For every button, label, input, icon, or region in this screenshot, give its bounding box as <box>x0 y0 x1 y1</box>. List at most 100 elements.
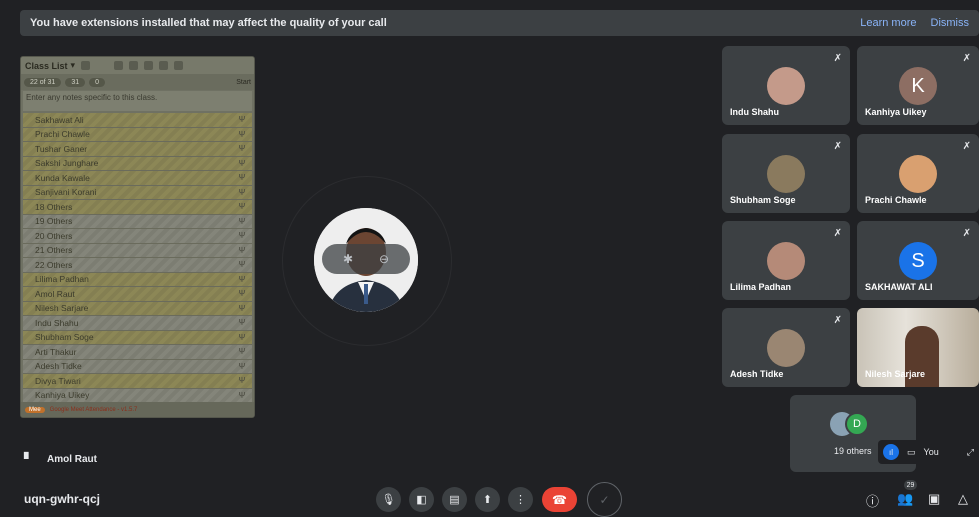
participant-count-badge: 29 <box>904 480 917 490</box>
student-status-icon: Ψ <box>238 303 246 313</box>
student-status-icon: Ψ <box>238 318 246 328</box>
participant-name: Kanhiya Uikey <box>865 107 927 117</box>
student-row[interactable]: 22 Others Ψ <box>23 258 252 273</box>
student-row[interactable]: Sakhawat Ali Ψ <box>23 113 252 128</box>
participant-tile[interactable]: ✗ Indu Shahu <box>722 46 850 125</box>
participant-tile[interactable]: S ✗ SAKHAWAT ALI <box>857 221 979 300</box>
student-row[interactable]: Indu Shahu Ψ <box>23 316 252 331</box>
pin-icon[interactable]: ✱ <box>343 252 353 266</box>
camera-icon: ◧ <box>416 494 427 506</box>
remove-icon[interactable]: ⊖ <box>379 252 389 266</box>
student-row[interactable]: Tushar Ganer Ψ <box>23 142 252 157</box>
student-row[interactable]: Sakshi Junghare Ψ <box>23 156 252 171</box>
others-avatar-letter: D <box>845 412 869 436</box>
camera-button[interactable]: ◧ <box>409 487 434 512</box>
student-status-icon: Ψ <box>238 361 246 371</box>
toolbar-icon[interactable] <box>81 61 91 70</box>
participant-avatar <box>767 242 805 280</box>
expand-icon[interactable]: ⤢ <box>967 447 974 458</box>
chat-icon[interactable]: ▣ <box>928 491 940 507</box>
camera-icon[interactable]: ▭ <box>907 447 916 458</box>
participant-name: SAKHAWAT ALI <box>865 282 933 292</box>
student-name: Amol Raut <box>35 288 75 299</box>
student-row[interactable]: Arti Thakur Ψ <box>23 345 252 360</box>
student-row[interactable]: 21 Others Ψ <box>23 243 252 258</box>
extension-logo: Mee <box>25 406 45 413</box>
student-name: Kunda Kawale <box>35 172 90 183</box>
participant-tile[interactable]: ✗ Shubham Soge <box>722 134 850 213</box>
student-row[interactable]: Kunda Kawale Ψ <box>23 171 252 186</box>
student-name: Adesh Tidke <box>35 361 82 372</box>
student-name: 20 Others <box>35 230 73 241</box>
student-name: Divya Tiwari <box>35 375 81 386</box>
student-name: 22 Others <box>35 259 73 270</box>
learn-more-link[interactable]: Learn more <box>860 17 916 29</box>
chevron-down-icon[interactable]: ▾ <box>71 60 76 71</box>
more-vert-icon: ⋮ <box>515 494 526 506</box>
participant-tile[interactable]: K ✗ Kanhiya Uikey <box>857 46 979 125</box>
participant-tile[interactable]: Nilesh Sarjare <box>857 308 979 387</box>
student-row[interactable]: 20 Others Ψ <box>23 229 252 244</box>
participant-name: Indu Shahu <box>730 107 779 117</box>
student-status-icon: Ψ <box>238 390 246 400</box>
pin-icon: ▘ <box>24 452 34 466</box>
people-icon[interactable]: 👥 <box>897 491 913 507</box>
participant-tile[interactable]: ✗ Prachi Chawle <box>857 134 979 213</box>
student-status-icon: Ψ <box>238 129 246 139</box>
student-row[interactable]: 18 Others Ψ <box>23 200 252 215</box>
self-label: You <box>923 447 939 457</box>
self-view-bar: ıl ▭ You ⤢ <box>878 440 979 464</box>
class-list-title[interactable]: Class List <box>25 61 68 71</box>
captions-button[interactable]: ▤ <box>442 487 467 512</box>
checkmark-button[interactable]: ✓ <box>587 482 622 517</box>
footer-text: Google Meet Attendance - v1.5.7 <box>49 406 138 413</box>
present-count: 22 of 31 <box>24 77 62 87</box>
toolbar-icon[interactable] <box>144 61 154 70</box>
captions-icon: ▤ <box>449 494 460 506</box>
student-status-icon: Ψ <box>238 187 246 197</box>
student-name: Sakhawat Ali <box>35 114 84 125</box>
start-label[interactable]: Start <box>236 79 251 86</box>
toolbar-icon[interactable] <box>129 61 139 70</box>
mic-off-icon: ✗ <box>833 228 842 239</box>
student-row[interactable]: Kanhiya Uikey Ψ <box>23 388 252 403</box>
class-list-panel: Class List ▾ 22 of 31 31 0 Start Enter a… <box>20 56 255 418</box>
student-status-icon: Ψ <box>238 202 246 212</box>
student-row[interactable]: 19 Others Ψ <box>23 214 252 229</box>
mic-off-icon: ✗ <box>962 141 971 152</box>
class-notes-field[interactable]: Enter any notes specific to this class. <box>23 91 252 111</box>
student-row[interactable]: Amol Raut Ψ <box>23 287 252 302</box>
info-icon[interactable]: ⓘ <box>866 491 879 510</box>
activities-icon[interactable]: △ <box>958 491 968 507</box>
absent-count: 0 <box>89 77 106 87</box>
participant-avatar-letter: S <box>899 242 937 280</box>
student-status-icon: Ψ <box>238 332 246 342</box>
check-icon: ✓ <box>599 492 610 507</box>
student-row[interactable]: Adesh Tidke Ψ <box>23 359 252 374</box>
more-options-button[interactable]: ⋮ <box>508 487 533 512</box>
student-status-icon: Ψ <box>238 260 246 270</box>
microphone-button[interactable]: 🎙 <box>376 487 401 512</box>
student-status-icon: Ψ <box>238 173 246 183</box>
toolbar-icon[interactable] <box>159 61 169 70</box>
participant-tile[interactable]: ✗ Lilima Padhan <box>722 221 850 300</box>
student-row[interactable]: Nilesh Sarjare Ψ <box>23 301 252 316</box>
participant-tile[interactable]: ✗ Adesh Tidke <box>722 308 850 387</box>
student-name: Sanjivani Korani <box>35 187 97 198</box>
student-status-icon: Ψ <box>238 245 246 255</box>
student-row[interactable]: Divya Tiwari Ψ <box>23 374 252 389</box>
meeting-code: uqn-gwhr-qcj <box>24 492 100 506</box>
class-list-footer: Mee Google Meet Attendance - v1.5.7 <box>21 402 254 417</box>
participant-name: Prachi Chawle <box>865 195 927 205</box>
present-button[interactable]: ⬆ <box>475 487 500 512</box>
student-row[interactable]: Prachi Chawle Ψ <box>23 127 252 142</box>
toolbar-icon[interactable] <box>114 61 124 70</box>
student-row[interactable]: Sanjivani Korani Ψ <box>23 185 252 200</box>
student-row[interactable]: Lilima Padhan Ψ <box>23 272 252 287</box>
end-call-button[interactable]: ☎ <box>542 487 577 512</box>
student-status-icon: Ψ <box>238 115 246 125</box>
student-row[interactable]: Shubham Soge Ψ <box>23 330 252 345</box>
dismiss-button[interactable]: Dismiss <box>931 17 970 29</box>
microphone-icon: 🎙 <box>381 494 396 506</box>
toolbar-icon[interactable] <box>174 61 184 70</box>
